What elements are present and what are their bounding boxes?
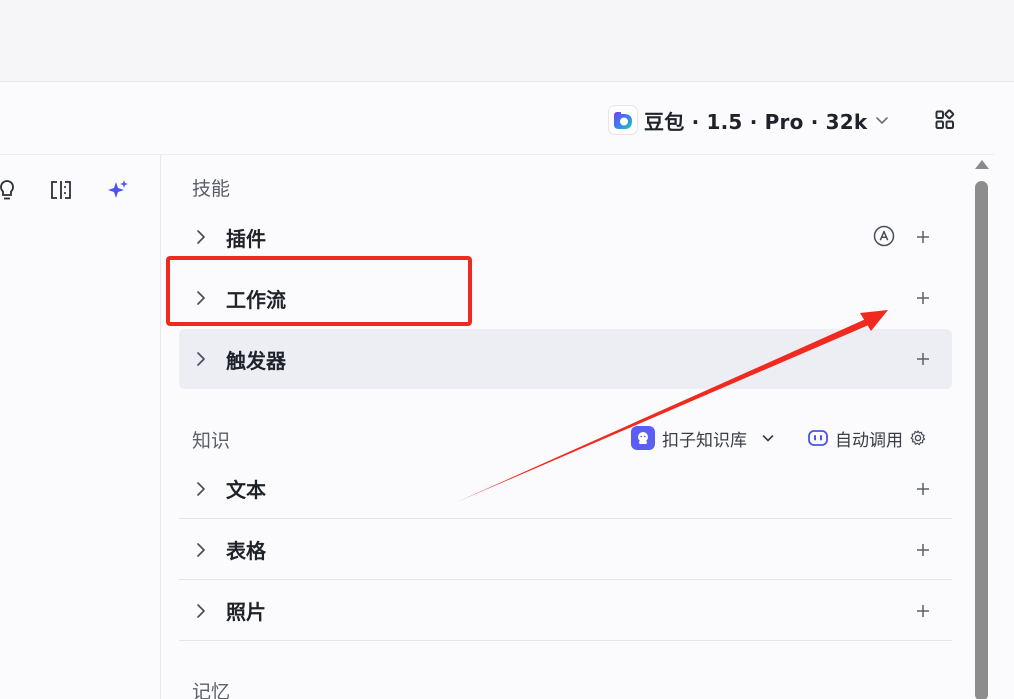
chevron-down-icon (762, 435, 774, 442)
add-workflow-icon[interactable] (914, 289, 932, 307)
knowledge-section-title: 知识 (192, 430, 231, 452)
knowledge-label: 表格 (226, 539, 266, 563)
scroll-up-arrow-icon[interactable] (975, 160, 989, 169)
chevron-right-icon (197, 352, 205, 366)
doubao-logo-icon (608, 105, 638, 135)
knowledge-row-text[interactable]: 文本 (179, 459, 952, 519)
skill-row-plugins[interactable]: 插件 (179, 207, 952, 267)
auto-call-label: 自动调用 (835, 430, 903, 451)
knowledge-row-photo[interactable]: 照片 (179, 581, 952, 641)
auto-call-setting[interactable]: 自动调用 (807, 424, 927, 452)
memory-section-title: 记忆 (192, 681, 231, 699)
skill-row-trigger[interactable]: 触发器 (179, 329, 952, 389)
split-view-icon[interactable] (46, 170, 76, 210)
settings-panel: 技能 插件 工作流 触发器 知识 扣子知识库 自动调用 文本 表格 照片 记忆 (161, 155, 971, 699)
knowledge-source-label: 扣子知识库 (662, 430, 747, 451)
grid-icon[interactable] (932, 108, 958, 132)
chevron-right-icon (197, 230, 205, 244)
knowledge-base-icon (631, 426, 655, 450)
chevron-down-icon (876, 117, 889, 124)
knowledge-label: 文本 (226, 478, 266, 502)
add-text-icon[interactable] (914, 480, 932, 498)
chevron-right-icon (197, 543, 205, 557)
sparkle-icon[interactable] (103, 170, 133, 210)
lightbulb-icon[interactable] (0, 170, 22, 210)
browser-top-bar (0, 0, 1014, 82)
add-trigger-icon[interactable] (914, 350, 932, 368)
chevron-right-icon (197, 291, 205, 305)
skills-section-title: 技能 (192, 178, 231, 200)
knowledge-row-table[interactable]: 表格 (179, 520, 952, 580)
model-selector[interactable]: 豆包 · 1.5 · Pro · 32k (608, 103, 891, 137)
knowledge-label: 照片 (226, 600, 266, 624)
add-table-icon[interactable] (914, 541, 932, 559)
knowledge-source-selector[interactable]: 扣子知识库 (631, 424, 776, 452)
skill-label: 触发器 (226, 348, 286, 373)
gear-icon[interactable] (909, 429, 927, 447)
add-photo-icon[interactable] (914, 602, 932, 620)
chevron-right-icon (197, 604, 205, 618)
chevron-right-icon (197, 482, 205, 496)
scroll-thumb[interactable] (975, 181, 988, 699)
skill-label: 插件 (226, 226, 266, 251)
add-plugin-icon[interactable] (914, 228, 932, 246)
skill-row-workflow[interactable]: 工作流 (179, 268, 952, 328)
model-name: 豆包 · 1.5 · Pro · 32k (644, 109, 868, 134)
skill-label: 工作流 (226, 287, 286, 312)
auto-mode-icon[interactable] (872, 224, 896, 248)
robot-icon (808, 430, 828, 446)
